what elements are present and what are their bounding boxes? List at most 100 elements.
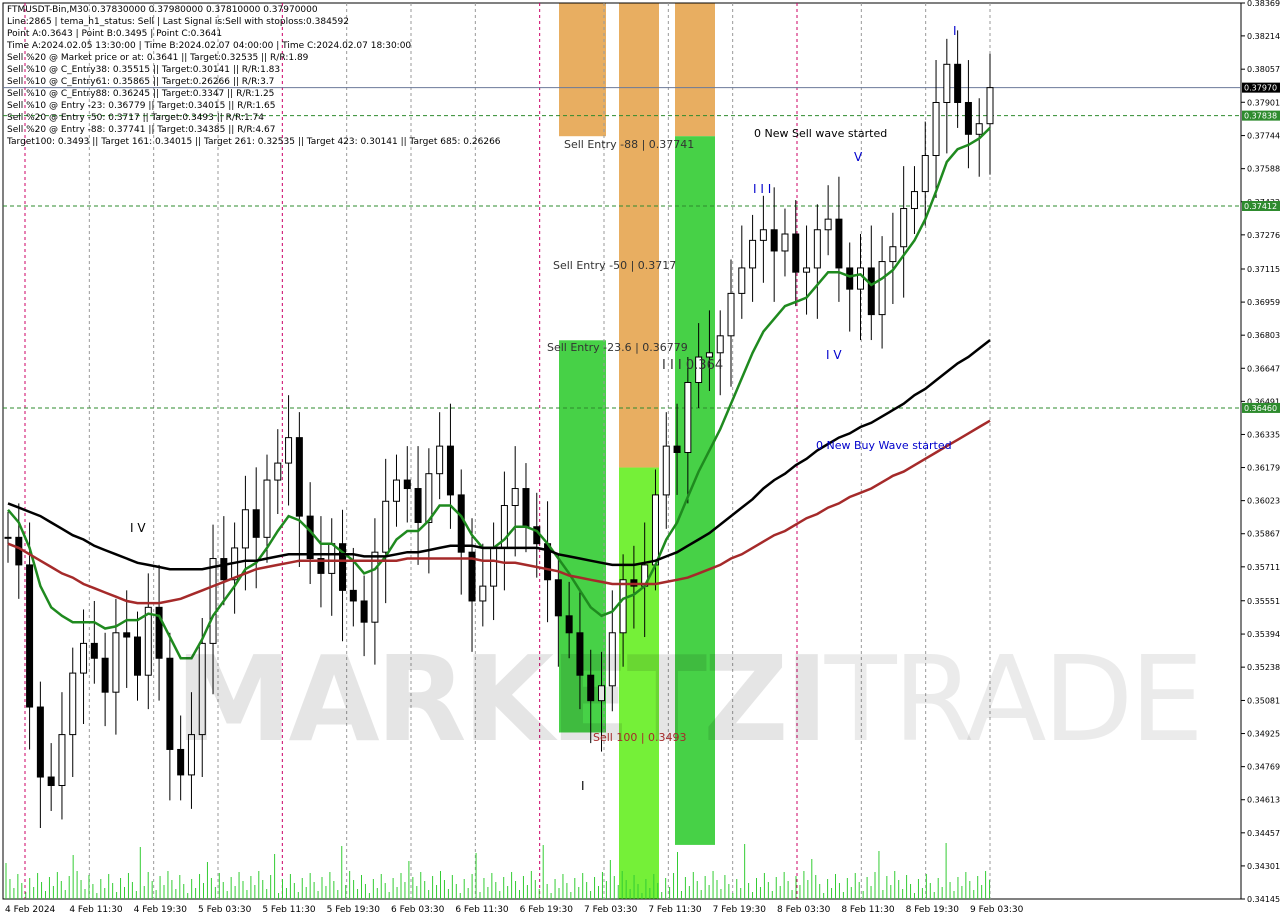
x-tick-label: 6 Feb 11:30 xyxy=(455,905,509,915)
candle-body xyxy=(47,776,55,787)
candle-body xyxy=(425,473,433,523)
candle-body xyxy=(241,509,249,549)
x-tick-label: 8 Feb 19:30 xyxy=(906,905,960,915)
info-panel: FTMUSDT-Bin,M30 0.37830000 0.37980000 0.… xyxy=(7,4,501,148)
y-tick-label: 0.34301 xyxy=(1247,862,1280,871)
candle-body xyxy=(90,642,98,659)
candle-body xyxy=(522,488,530,528)
candle-body xyxy=(490,547,498,587)
x-tick-label: 8 Feb 11:30 xyxy=(841,905,895,915)
candle-body xyxy=(835,218,843,269)
candle-body xyxy=(803,267,811,273)
x-tick-label: 9 Feb 03:30 xyxy=(970,905,1024,915)
y-tick-label: 0.37744 xyxy=(1247,132,1280,141)
ema-green-line xyxy=(7,127,991,660)
candle-body xyxy=(252,509,260,538)
info-line: FTMUSDT-Bin,M30 0.37830000 0.37980000 0.… xyxy=(7,5,318,15)
x-tick-label: 5 Feb 19:30 xyxy=(327,905,381,915)
sell-entry-88-label: Sell Entry -88 | 0.37741 xyxy=(564,138,695,151)
y-tick-label: 0.35394 xyxy=(1247,630,1280,639)
candle-body xyxy=(738,267,746,294)
candle-body xyxy=(4,536,12,539)
candle-body xyxy=(921,155,929,193)
candle-body xyxy=(846,267,854,290)
x-tick-label: 4 Feb 19:30 xyxy=(134,905,188,915)
candle-body xyxy=(986,87,994,125)
candle-body xyxy=(80,642,88,674)
candle-body xyxy=(749,239,757,269)
point-c-label: I I I 0.364 xyxy=(662,358,724,373)
x-tick-label: 6 Feb 03:30 xyxy=(391,905,445,915)
candle-body xyxy=(813,229,821,269)
y-tick-label: 0.36803 xyxy=(1247,331,1280,340)
candle-body xyxy=(867,267,875,316)
wave-iv-left-label: I V xyxy=(130,521,146,535)
sell-entry-23-label: Sell Entry -23.6 | 0.36779 xyxy=(547,341,688,354)
x-tick-label: 7 Feb 11:30 xyxy=(648,905,702,915)
y-tick-label: 0.35711 xyxy=(1247,563,1280,572)
candle-body xyxy=(954,63,962,103)
candle-body xyxy=(101,657,109,693)
y-tick-label: 0.34145 xyxy=(1247,895,1280,904)
candle-body xyxy=(382,500,390,553)
candle-body xyxy=(123,632,131,638)
y-tick-label: 0.38369 xyxy=(1247,0,1280,8)
x-tick-label: 7 Feb 19:30 xyxy=(713,905,767,915)
info-line: Time A:2024.02.05 13:30:00 | Time B:2024… xyxy=(7,41,412,51)
candle-body xyxy=(673,445,681,453)
new-sell-wave-label: 0 New Sell wave started xyxy=(754,127,888,140)
price-tag-label: 0.37838 xyxy=(1244,112,1277,121)
candle-body xyxy=(716,335,724,354)
candle-body xyxy=(403,479,411,490)
info-line: Sell %10 @ C_Entry61: 0.35865 || Target:… xyxy=(7,77,275,87)
candle-body xyxy=(274,462,282,481)
zone-orange xyxy=(559,3,606,137)
candle-body xyxy=(964,101,972,135)
x-tick-label: 7 Feb 03:30 xyxy=(584,905,638,915)
info-line: Sell %20 @ Market price or at: 0.3641 ||… xyxy=(7,53,309,63)
candle-body xyxy=(792,233,800,273)
candle-body xyxy=(349,589,357,602)
info-line: Sell %20 @ Entry -88: 0.37741 || Target:… xyxy=(7,125,276,135)
candle-body xyxy=(328,543,336,574)
y-tick-label: 0.34769 xyxy=(1247,763,1280,772)
price-tag-label: 0.36460 xyxy=(1244,404,1277,413)
candle-body xyxy=(392,479,400,502)
new-buy-wave-label: 0 New Buy Wave started xyxy=(816,439,952,452)
wave-i-top-label: I xyxy=(953,24,957,38)
y-tick-label: 0.37588 xyxy=(1247,165,1280,174)
info-line: Sell %20 @ Entry -50: 0.3717 || Target:0… xyxy=(7,113,265,123)
candle-body xyxy=(371,551,379,623)
candle-body xyxy=(263,479,271,538)
candle-body xyxy=(285,437,293,464)
candle-body xyxy=(932,101,940,157)
candle-body xyxy=(770,229,778,252)
info-line: Target100: 0.3493 || Target 161: 0.34015… xyxy=(7,137,501,147)
y-tick-label: 0.38214 xyxy=(1247,32,1280,41)
y-tick-label: 0.36647 xyxy=(1247,364,1280,373)
y-tick-label: 0.36335 xyxy=(1247,430,1280,439)
wave-iv-mid-label: I V xyxy=(826,348,842,362)
candle-body xyxy=(857,267,865,290)
candle-body xyxy=(26,564,34,708)
x-tick-label: 5 Feb 03:30 xyxy=(198,905,252,915)
candle-body xyxy=(824,218,832,231)
wave-iii-label: I I I xyxy=(753,182,772,196)
y-tick-label: 0.36179 xyxy=(1247,464,1280,473)
candle-body xyxy=(727,292,735,337)
info-line: Sell %10 @ C_Entry88: 0.36245 || Target:… xyxy=(7,89,275,99)
candle-body xyxy=(414,488,422,523)
y-tick-label: 0.36023 xyxy=(1247,497,1280,506)
y-tick-label: 0.35551 xyxy=(1247,597,1280,606)
candle-body xyxy=(943,63,951,103)
y-tick-label: 0.35081 xyxy=(1247,696,1280,705)
candle-body xyxy=(900,208,908,248)
candle-body xyxy=(58,734,66,787)
y-tick-label: 0.34613 xyxy=(1247,796,1280,805)
y-tick-label: 0.34457 xyxy=(1247,829,1280,838)
y-tick-label: 0.34925 xyxy=(1247,730,1280,739)
price-tag-label: 0.37970 xyxy=(1244,84,1277,93)
zone-orange xyxy=(619,3,659,468)
candle-body xyxy=(910,191,918,210)
info-line: Sell %10 @ C_Entry38: 0.35515 || Target:… xyxy=(7,65,281,75)
